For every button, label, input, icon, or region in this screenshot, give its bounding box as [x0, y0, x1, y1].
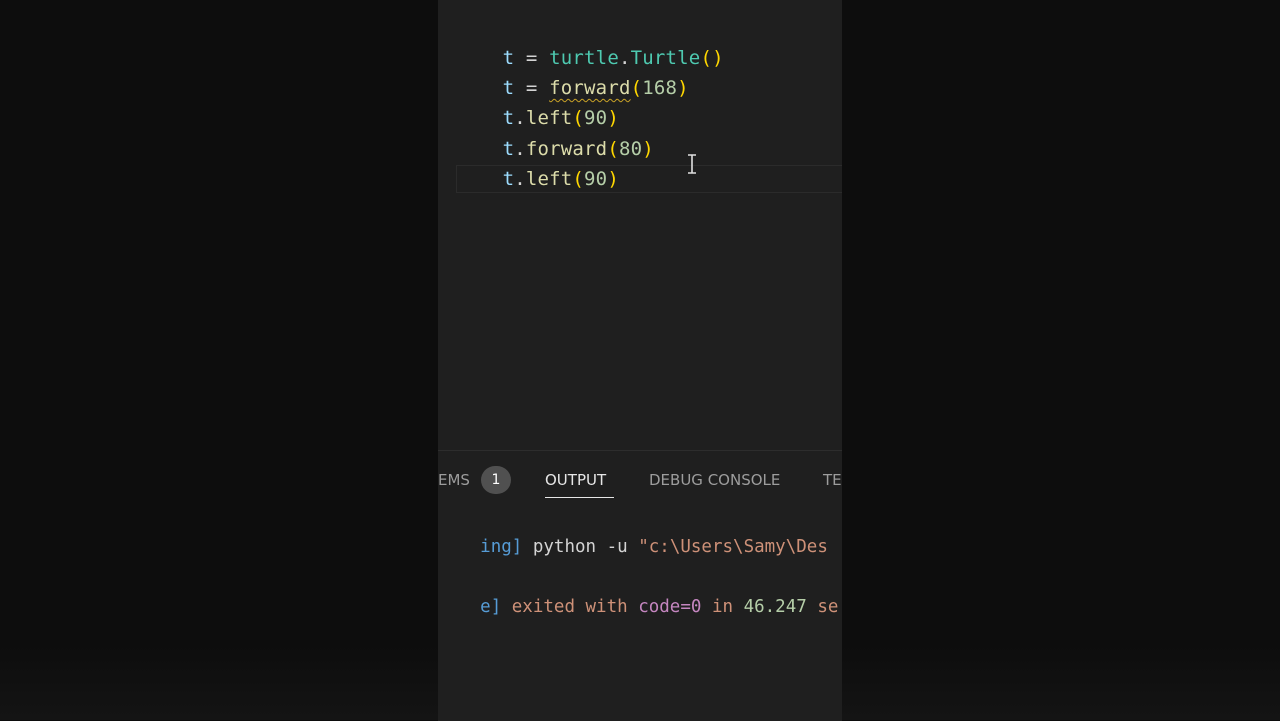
tab-debug-console[interactable]: DEBUG CONSOLE — [649, 469, 780, 491]
code-token: 80 — [618, 138, 643, 160]
bottom-panel: EMS 1 OUTPUT DEBUG CONSOLE TE ing] pytho… — [438, 450, 842, 721]
output-token: se — [806, 597, 839, 617]
output-token: e] — [480, 597, 502, 617]
code-token: 168 — [642, 77, 678, 99]
panel-tabs: EMS 1 OUTPUT DEBUG CONSOLE TE — [438, 451, 842, 509]
output-token: ing] — [480, 537, 523, 557]
code-token: () — [700, 47, 724, 69]
output-token: exited with — [501, 597, 639, 617]
output-token: in — [701, 597, 744, 617]
code-line-1[interactable]: t = turtle.Turtle() — [456, 13, 724, 69]
letterbox-right — [842, 0, 1280, 720]
problems-count-badge: 1 — [481, 466, 511, 494]
letterbox-shade-right — [842, 645, 1280, 720]
tab-output[interactable]: OUTPUT — [545, 469, 606, 491]
active-tab-indicator — [545, 497, 614, 498]
code-line-3[interactable]: t.left(90) — [456, 73, 619, 129]
tab-terminal[interactable]: TE — [823, 469, 842, 491]
tab-problems[interactable]: EMS — [438, 469, 470, 491]
text-cursor-icon — [688, 154, 696, 174]
code-editor[interactable]: t = turtle.Turtle() t = forward(168) t.l… — [438, 0, 842, 450]
output-line-1: ing] python -u "c:\Users\Samy\Des — [438, 508, 828, 557]
output-token: 46.247 — [743, 597, 807, 617]
code-line-2[interactable]: t = forward(168) — [456, 43, 689, 99]
output-token: code=0 — [638, 597, 702, 617]
output-token: "c:\Users\Samy\Des — [638, 537, 828, 557]
letterbox-left — [0, 0, 438, 720]
letterbox-shade-left — [0, 645, 438, 720]
code-line-5[interactable]: t.left(90) — [456, 134, 619, 190]
code-token: ) — [677, 77, 689, 99]
code-token: ) — [642, 138, 654, 160]
output-token: python -u — [522, 537, 639, 557]
code-token: ( — [630, 77, 643, 99]
output-line-2: e] exited with code=0 in 46.247 se — [438, 568, 838, 617]
current-line-highlight[interactable] — [456, 165, 842, 193]
code-line-4[interactable]: t.forward(80) — [456, 104, 654, 160]
